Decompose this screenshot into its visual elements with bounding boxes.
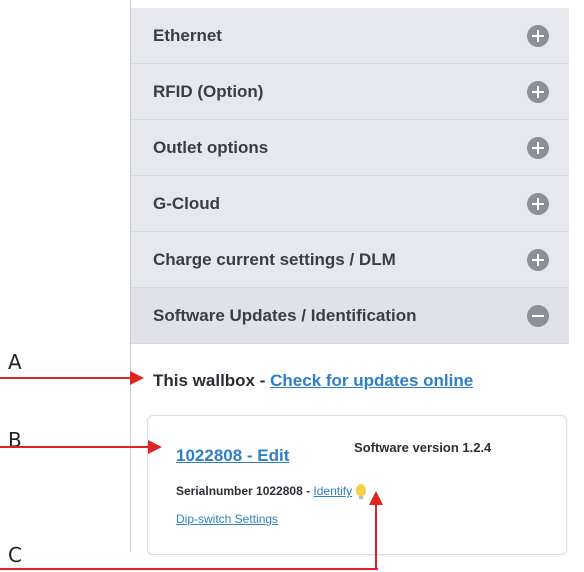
annotation-label-b: B [8,428,22,452]
annotation-arrow-b [0,446,150,448]
wallbox-heading: This wallbox - Check for updates online [131,351,569,391]
accordion-label: Charge current settings / DLM [153,249,396,269]
accordion-label: RFID (Option) [153,81,264,101]
accordion-item-software-updates[interactable]: Software Updates / Identification [131,288,569,344]
accordion-label: Software Updates / Identification [153,305,417,325]
settings-panel: Ethernet RFID (Option) Outlet options G-… [130,0,584,555]
device-card: 1022808 - Edit Software version 1.2.4 Se… [147,415,567,555]
accordion-item-g-cloud[interactable]: G-Cloud [131,176,569,232]
device-edit-link[interactable]: 1022808 - Edit [176,446,289,466]
identify-link[interactable]: Identify [313,484,352,498]
accordion-label: Ethernet [153,25,222,45]
accordion-item-ethernet[interactable]: Ethernet [131,8,569,64]
accordion-item-rfid[interactable]: RFID (Option) [131,64,569,120]
dip-switch-settings-link[interactable]: Dip-switch Settings [176,512,278,526]
check-updates-link[interactable]: Check for updates online [270,371,473,390]
plus-circle-icon[interactable] [527,80,549,103]
plus-circle-icon[interactable] [527,248,549,271]
arrow-head-c [369,491,383,505]
settings-accordion: Ethernet RFID (Option) Outlet options G-… [131,8,569,344]
serial-number: Serialnumber 1022808 - [176,484,314,498]
accordion-item-outlet-options[interactable]: Outlet options [131,120,569,176]
minus-circle-icon[interactable] [527,304,549,327]
wallbox-prefix: This wallbox - [153,371,271,390]
annotation-arrow-a [0,377,132,379]
arrow-head-a [130,371,144,385]
accordion-label: Outlet options [153,137,269,157]
annotation-label-a: A [8,350,22,374]
lightbulb-icon [356,484,367,499]
plus-circle-icon[interactable] [527,136,549,159]
plus-circle-icon[interactable] [527,24,549,47]
annotation-label-c: C [8,543,22,567]
plus-circle-icon[interactable] [527,192,549,215]
accordion-label: G-Cloud [153,193,221,213]
serial-number-line: Serialnumber 1022808 - Identify [176,484,367,499]
arrow-head-b [148,440,162,454]
software-updates-content: This wallbox - Check for updates online … [131,351,569,555]
software-version: Software version 1.2.4 [354,440,492,455]
accordion-item-charge-current[interactable]: Charge current settings / DLM [131,232,569,288]
annotation-arrow-c-vertical [375,503,377,570]
annotation-arrow-c-horizontal [0,568,378,570]
